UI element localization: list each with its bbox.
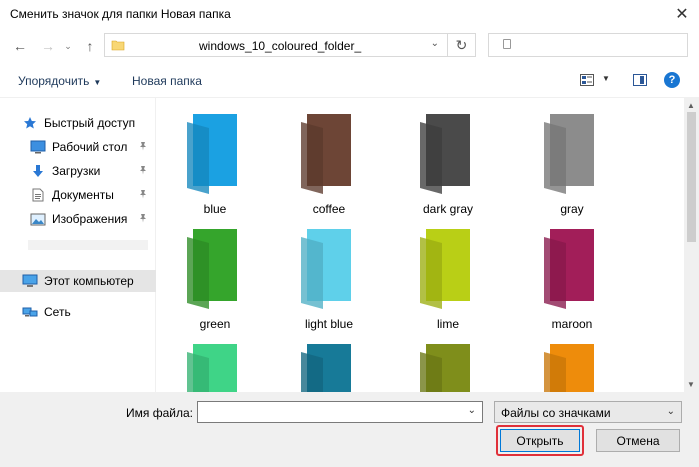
vertical-scrollbar[interactable]: ▲ ▼ — [684, 98, 699, 392]
folder-icon — [544, 229, 594, 309]
file-item[interactable]: dark gray — [393, 114, 503, 224]
organize-button[interactable]: Упорядочить ▼ — [18, 74, 101, 88]
scroll-thumb[interactable] — [687, 112, 696, 242]
file-item[interactable] — [274, 344, 384, 392]
dialog-footer: Имя файла: ⌄ Файлы со значками ⌄ Открыть… — [0, 392, 699, 467]
folder-icon — [187, 114, 237, 194]
navigation-pane: Быстрый доступ Рабочий стол Загрузки Док… — [0, 98, 156, 392]
command-bar: Упорядочить ▼ Новая папка ▼ ? — [0, 64, 699, 98]
refresh-button[interactable]: ↻ — [448, 33, 476, 57]
file-item-label: gray — [560, 202, 584, 216]
scroll-up-icon[interactable]: ▲ — [687, 101, 695, 110]
file-item[interactable]: coffee — [274, 114, 384, 224]
folder-icon — [544, 114, 594, 194]
file-item-label: dark gray — [422, 202, 474, 216]
new-folder-button[interactable]: Новая папка — [132, 74, 202, 88]
folder-icon — [111, 40, 125, 51]
pin-icon — [138, 165, 148, 178]
desktop-icon — [30, 140, 46, 154]
up-button[interactable]: ↑ — [80, 36, 100, 56]
nav-item-label: Быстрый доступ — [44, 116, 136, 130]
blurred-item — [28, 240, 148, 250]
nav-item-quick-access[interactable]: Быстрый доступ — [0, 112, 156, 134]
address-dropdown-icon[interactable]: ⌄ — [431, 38, 439, 49]
folder-icon — [301, 114, 351, 194]
filetype-select[interactable]: Файлы со значками ⌄ — [494, 401, 682, 423]
open-button[interactable]: Открыть — [500, 429, 580, 452]
file-item-label: light blue — [304, 317, 354, 331]
download-icon — [30, 164, 46, 178]
recent-locations-button[interactable]: ⌄ — [62, 36, 74, 56]
file-item[interactable] — [160, 344, 270, 392]
close-button[interactable]: ✕ — [665, 0, 699, 28]
star-icon — [22, 116, 38, 130]
file-item-label: lime — [436, 317, 459, 331]
file-item[interactable]: maroon — [517, 229, 627, 339]
address-bar[interactable]: windows_10_coloured_folder_ ⌄ — [104, 33, 448, 57]
folder-icon — [420, 229, 470, 309]
scroll-down-icon[interactable]: ▼ — [687, 380, 695, 389]
cancel-button[interactable]: Отмена — [596, 429, 680, 452]
nav-item-label: Загрузки — [52, 164, 101, 178]
folder-icon — [187, 229, 237, 309]
nav-item-label: Изображения — [52, 212, 128, 226]
nav-item-desktop[interactable]: Рабочий стол — [0, 136, 156, 158]
folder-icon — [420, 344, 470, 392]
preview-pane-button[interactable] — [633, 74, 647, 86]
search-icon — [503, 39, 511, 49]
file-item[interactable]: blue — [160, 114, 270, 224]
view-options-icon[interactable] — [580, 74, 594, 86]
file-item-label: blue — [203, 202, 227, 216]
filetype-dropdown-icon: ⌄ — [666, 406, 675, 417]
address-row: ← → ⌄ ↑ windows_10_coloured_folder_ ⌄ ↻ — [0, 28, 699, 64]
back-button[interactable]: ← — [10, 36, 30, 56]
file-item[interactable]: lime — [393, 229, 503, 339]
filename-label: Имя файла: — [126, 406, 193, 420]
view-dropdown-icon[interactable]: ▼ — [602, 74, 610, 83]
file-item[interactable] — [517, 344, 627, 392]
file-item-label: green — [199, 317, 231, 331]
nav-item-downloads[interactable]: Загрузки — [0, 160, 156, 182]
folder-icon — [420, 114, 470, 194]
nav-item-label: Документы — [52, 188, 114, 202]
file-item-label: maroon — [551, 317, 593, 331]
nav-item-pictures[interactable]: Изображения — [0, 208, 156, 230]
organize-label: Упорядочить — [18, 74, 90, 88]
nav-item-label: Сеть — [44, 305, 71, 319]
file-item[interactable]: green — [160, 229, 270, 339]
computer-icon — [22, 274, 38, 288]
folder-icon — [301, 229, 351, 309]
file-item[interactable]: gray — [517, 114, 627, 224]
nav-item-documents[interactable]: Документы — [0, 184, 156, 206]
pictures-icon — [30, 212, 46, 226]
file-list: blue coffee dark gray gray green light blue li… — [160, 98, 680, 392]
nav-item-label: Этот компьютер — [44, 274, 134, 288]
file-item[interactable]: light blue — [274, 229, 384, 339]
forward-button[interactable]: → — [38, 36, 58, 56]
folder-icon — [187, 344, 237, 392]
address-path: windows_10_coloured_folder_ — [199, 39, 362, 53]
file-item[interactable] — [393, 344, 503, 392]
folder-icon — [301, 344, 351, 392]
window-title: Сменить значок для папки Новая папка — [10, 7, 231, 21]
filename-input[interactable]: ⌄ — [197, 401, 483, 423]
nav-item-network[interactable]: Сеть — [0, 301, 156, 323]
title-bar: Сменить значок для папки Новая папка ✕ — [0, 0, 699, 28]
nav-item-this-pc[interactable]: Этот компьютер — [0, 270, 156, 292]
pin-icon — [138, 189, 148, 202]
filetype-value: Файлы со значками — [501, 406, 611, 420]
filename-dropdown-icon[interactable]: ⌄ — [468, 405, 476, 416]
file-item-label: coffee — [312, 202, 346, 216]
pin-icon — [138, 141, 148, 154]
folder-icon — [544, 344, 594, 392]
nav-item-label: Рабочий стол — [52, 140, 128, 154]
network-icon — [22, 305, 38, 319]
caret-down-icon: ▼ — [93, 78, 102, 87]
pin-icon — [138, 213, 148, 226]
search-input[interactable] — [488, 33, 688, 57]
help-button[interactable]: ? — [664, 72, 680, 88]
document-icon — [30, 188, 46, 202]
